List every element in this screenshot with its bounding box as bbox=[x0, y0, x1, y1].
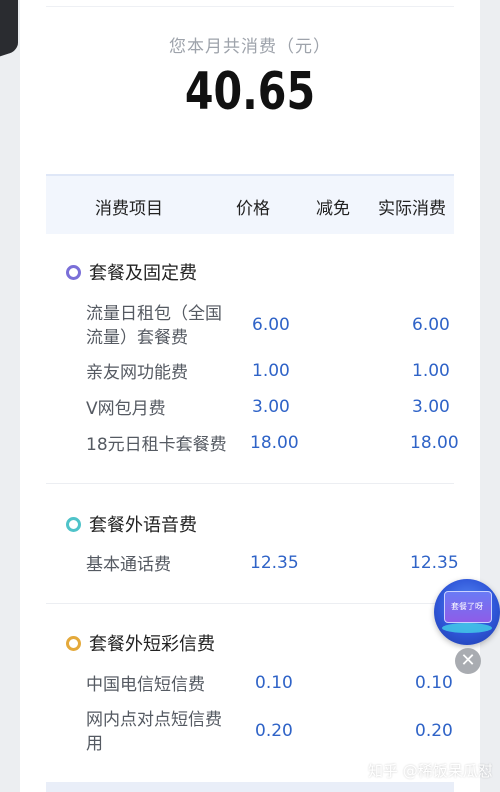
section-divider bbox=[46, 483, 454, 484]
bullet-icon bbox=[66, 635, 81, 651]
row-actual: 6.00 bbox=[412, 315, 450, 335]
promo-text: 套餐了呀 bbox=[451, 602, 483, 611]
header-item: 消费项目 bbox=[95, 199, 163, 219]
row-actual: 12.35 bbox=[410, 553, 459, 573]
row-name: 亲友网功能费 bbox=[86, 363, 188, 383]
row-price: 0.20 bbox=[255, 721, 293, 741]
section-title-voice: 套餐外语音费 bbox=[66, 511, 197, 537]
table-header: 消费项目 价格 减免 实际消费 bbox=[46, 174, 454, 234]
row-name: V网包月费 bbox=[86, 399, 166, 419]
bullet-icon bbox=[66, 264, 81, 280]
section-label: 套餐外语音费 bbox=[89, 515, 197, 536]
section-title-sms: 套餐外短彩信费 bbox=[66, 630, 215, 656]
floating-promo-button[interactable]: 套餐了呀 bbox=[434, 579, 500, 645]
bill-card: 您本月共消费（元） 40.65 消费项目 价格 减免 实际消费 套餐及固定费 流… bbox=[20, 0, 480, 792]
row-name-line: 流量）套餐费 bbox=[86, 328, 188, 348]
row-price: 3.00 bbox=[252, 397, 290, 417]
section-label: 套餐及固定费 bbox=[89, 263, 197, 284]
section-divider bbox=[46, 603, 454, 604]
next-section-header bbox=[46, 782, 454, 792]
section-title-package: 套餐及固定费 bbox=[66, 259, 197, 285]
row-name: 网内点对点短信费 用 bbox=[86, 708, 236, 756]
watermark: 知乎 @稀饭呆瓜怼 bbox=[368, 762, 493, 780]
total-amount: 40.65 bbox=[184, 62, 316, 122]
row-name: 中国电信短信费 bbox=[86, 675, 205, 695]
promo-base-icon bbox=[442, 623, 492, 633]
row-name: 基本通话费 bbox=[86, 555, 171, 575]
row-price: 1.00 bbox=[252, 361, 290, 381]
section-label: 套餐外短彩信费 bbox=[89, 634, 215, 655]
row-name: 流量日租包（全国 流量）套餐费 bbox=[86, 302, 236, 350]
total-label: 您本月共消费（元） bbox=[169, 37, 331, 57]
row-name-line: 用 bbox=[86, 734, 103, 754]
row-actual: 18.00 bbox=[410, 433, 459, 453]
row-price: 0.10 bbox=[255, 673, 293, 693]
row-name-line: 网内点对点短信费 bbox=[86, 710, 222, 730]
header-price: 价格 bbox=[236, 199, 270, 219]
row-price: 12.35 bbox=[250, 553, 299, 573]
bullet-icon bbox=[66, 516, 81, 532]
top-divider bbox=[46, 6, 454, 7]
row-name-line: 流量日租包（全国 bbox=[86, 304, 222, 324]
row-price: 18.00 bbox=[250, 433, 299, 453]
row-name: 18元日租卡套餐费 bbox=[86, 435, 227, 455]
row-actual: 3.00 bbox=[412, 397, 450, 417]
background-edge bbox=[0, 0, 18, 70]
header-actual: 实际消费 bbox=[378, 199, 446, 219]
row-actual: 1.00 bbox=[412, 361, 450, 381]
header-discount: 减免 bbox=[316, 199, 350, 219]
row-price: 6.00 bbox=[252, 315, 290, 335]
row-actual: 0.20 bbox=[415, 721, 453, 741]
close-icon[interactable]: ✕ bbox=[455, 648, 481, 674]
row-actual: 0.10 bbox=[415, 673, 453, 693]
